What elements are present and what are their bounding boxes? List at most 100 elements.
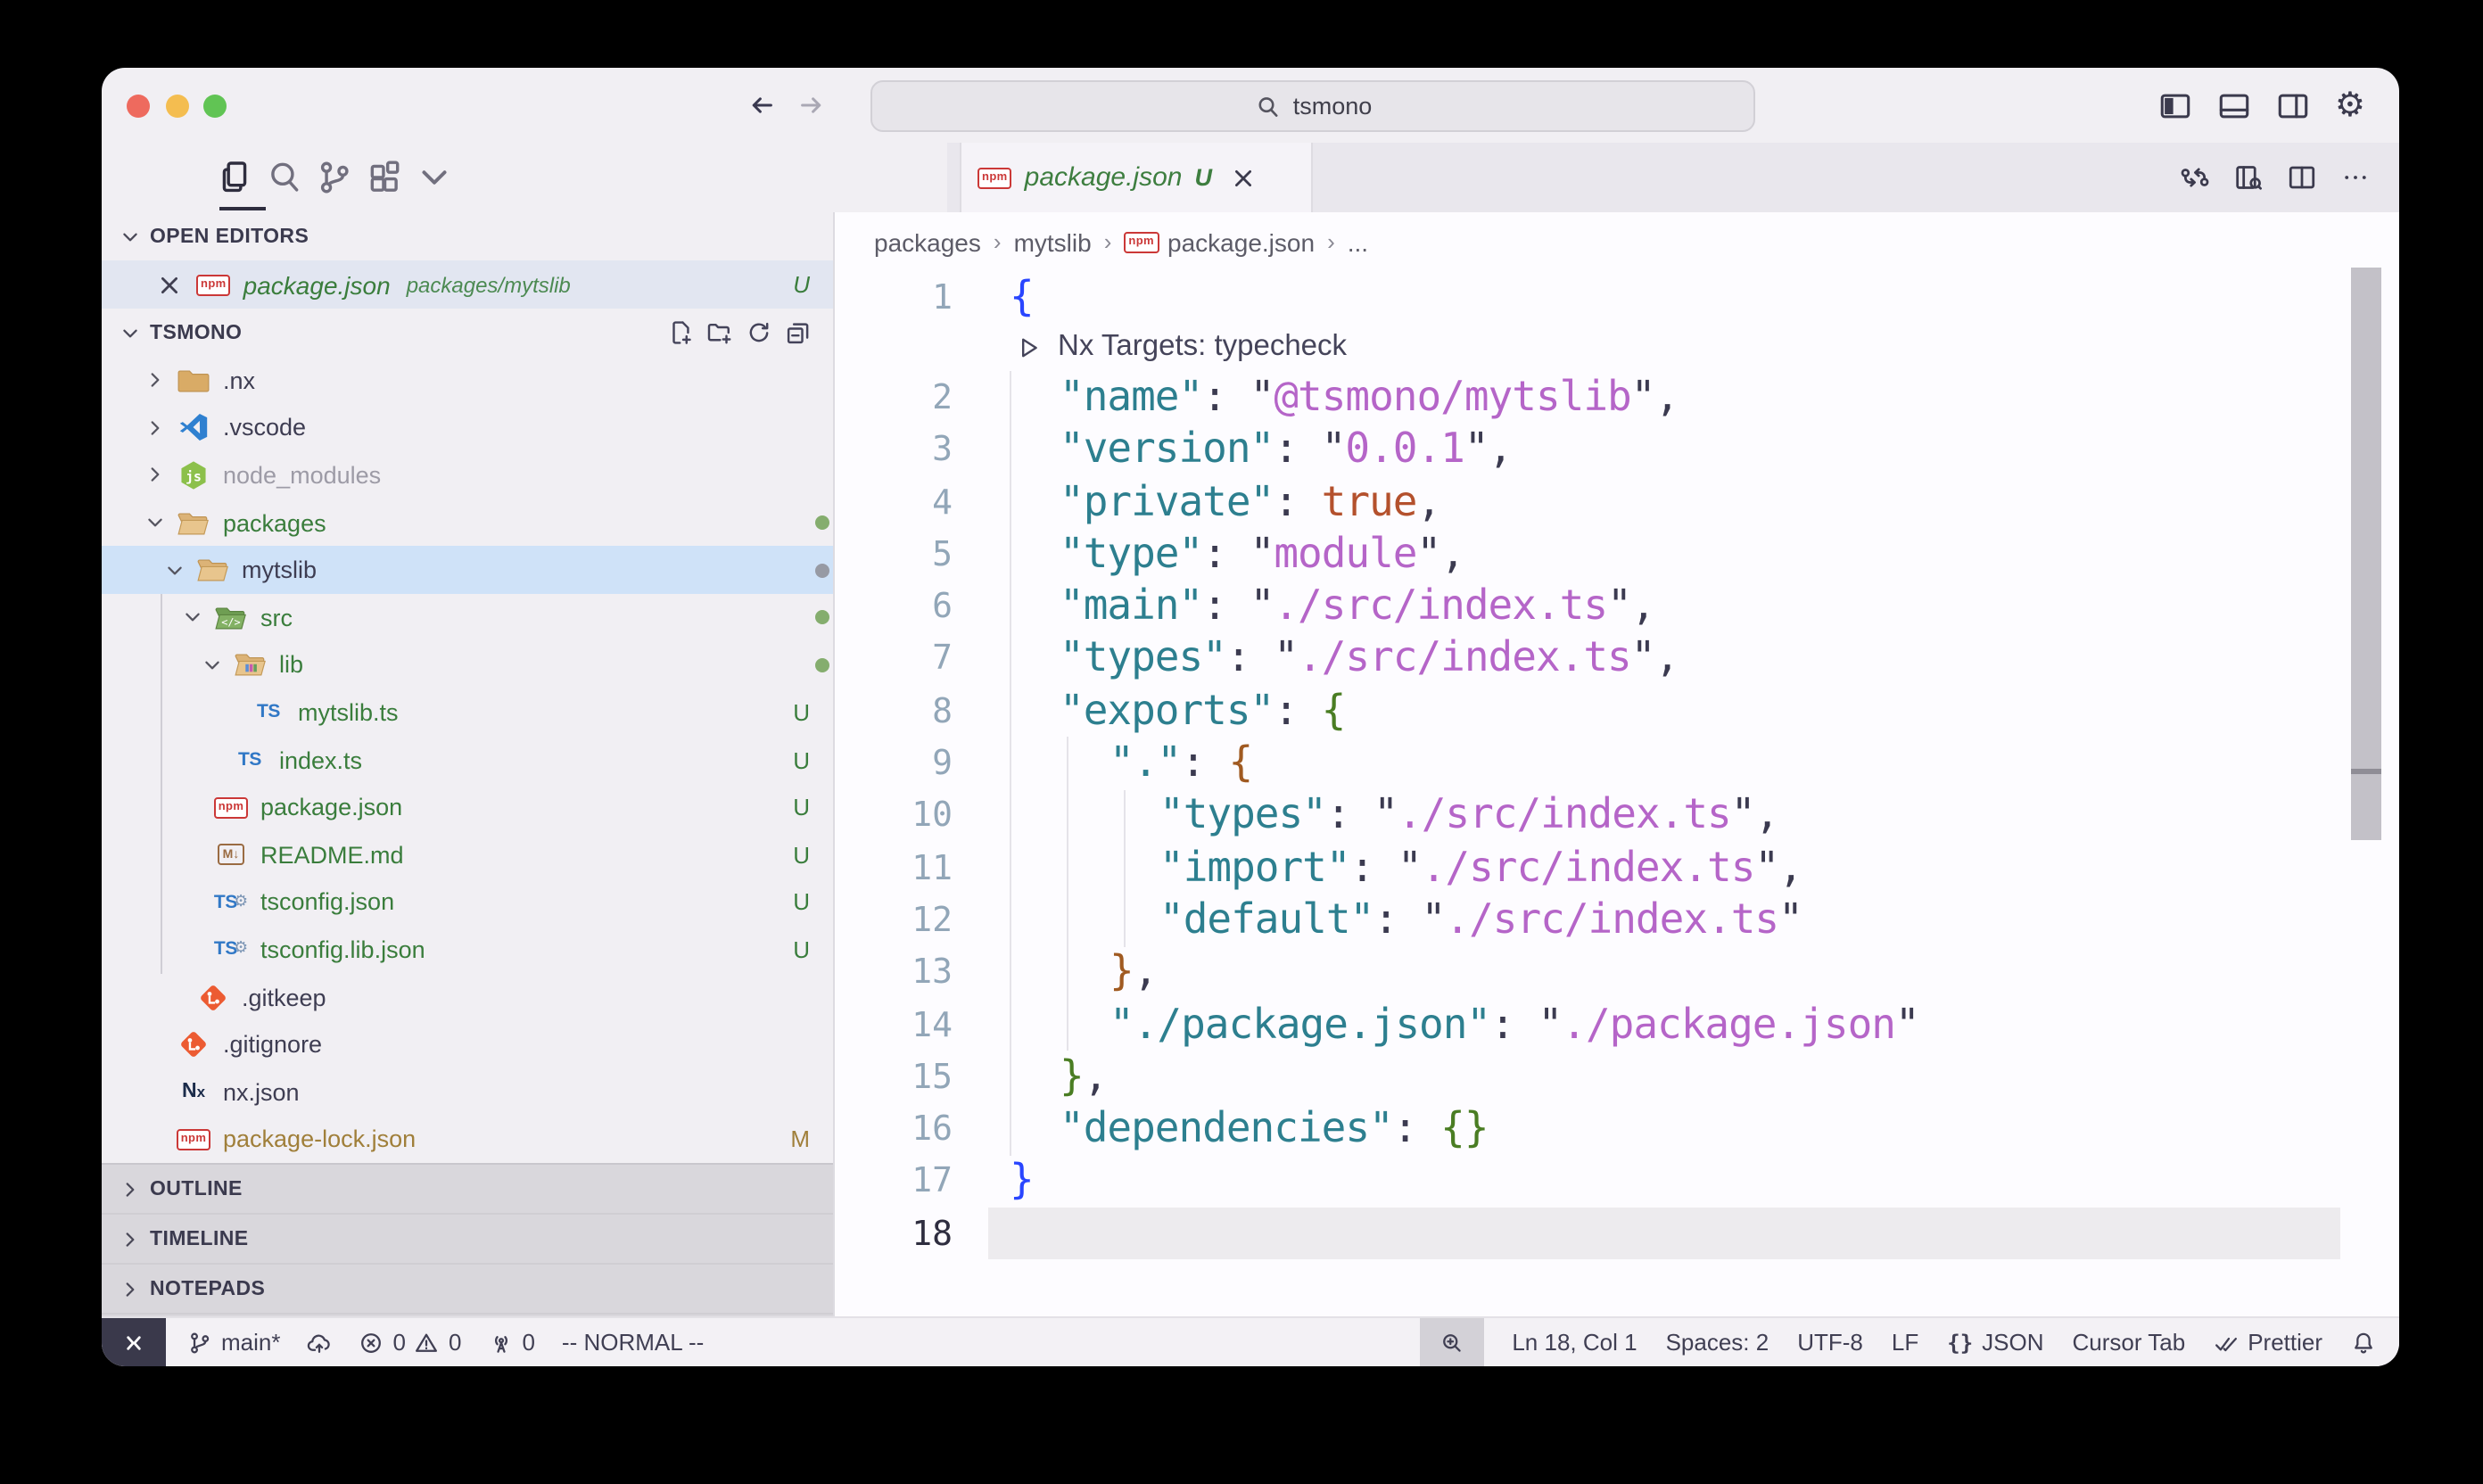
status-git-branch[interactable]: main* [187, 1318, 281, 1366]
code-line-18[interactable]: 18 [835, 1208, 2399, 1260]
close-tab-icon[interactable] [1230, 163, 1258, 192]
tree-item-mytslib.ts[interactable]: TSmytslib.tsU [102, 688, 833, 736]
go-forward-button[interactable] [797, 91, 826, 120]
close-editor-icon[interactable] [155, 270, 184, 299]
breadcrumb-item-package.json[interactable]: npmpackage.json [1124, 227, 1315, 256]
zoom-window-button[interactable] [203, 94, 227, 117]
status-bar-left: main*000-- NORMAL -- [166, 1318, 704, 1366]
code-line-17[interactable]: 17} [835, 1156, 2399, 1208]
more-actions-icon[interactable] [2340, 162, 2371, 193]
status-label: 0 [522, 1329, 534, 1356]
status-indentation[interactable]: Spaces: 2 [1666, 1318, 1769, 1366]
code-line-1[interactable]: 1{ [835, 271, 2399, 324]
breadcrumb-item-more[interactable]: ... [1348, 227, 1368, 256]
tree-item-index.ts[interactable]: TSindex.tsU [102, 737, 833, 784]
token-pun: " [1422, 897, 1446, 944]
code-line-4[interactable]: 4"private": true, [835, 476, 2399, 529]
code-line-5[interactable]: 5"type": "module", [835, 528, 2399, 581]
tree-item-.nx[interactable]: .nx [102, 357, 833, 404]
settings-gear-icon[interactable]: ⚙ [2335, 88, 2365, 122]
tree-item-README.md[interactable]: M↓README.mdU [102, 831, 833, 878]
status-remote-indicator[interactable] [102, 1318, 166, 1366]
code-line-14[interactable]: 14"./package.json": "./package.json" [835, 999, 2399, 1051]
token-pun: " [1398, 845, 1422, 891]
minimize-window-button[interactable] [165, 94, 188, 117]
tree-item-node_modules[interactable]: jsnode_modules [102, 451, 833, 499]
code-line-16[interactable]: 16"dependencies": {} [835, 1103, 2399, 1156]
code-line-9[interactable]: 9".": { [835, 738, 2399, 790]
collapse-all-icon[interactable] [785, 319, 812, 346]
tree-item-tsconfig.json[interactable]: TS⚙tsconfig.jsonU [102, 878, 833, 926]
nx-targets-codelens[interactable]: Nx Targets: typecheck [835, 324, 2399, 372]
tab-package-json[interactable]: npm package.json U [960, 143, 1313, 212]
token-b2: { [1322, 688, 1346, 734]
section-outline[interactable]: OUTLINE [102, 1165, 833, 1215]
split-editor-icon[interactable] [2287, 162, 2317, 193]
activity-item-search[interactable] [266, 151, 303, 204]
tree-item-packages[interactable]: packages [102, 499, 833, 547]
section-explorer-root[interactable]: TSMONO [102, 309, 833, 357]
line-number: 13 [835, 952, 953, 992]
token-pun: : [1202, 375, 1250, 421]
status-zoom-level[interactable] [1419, 1318, 1483, 1366]
breadcrumb-item-packages[interactable]: packages [874, 227, 981, 256]
refresh-icon[interactable] [746, 319, 772, 346]
status-eol[interactable]: LF [1892, 1318, 1918, 1366]
section-notepads[interactable]: NOTEPADS [102, 1265, 833, 1315]
code-editor[interactable]: 1{Nx Targets: typecheck2"name": "@tsmono… [835, 271, 2399, 1316]
open-editor-item-package-json[interactable]: npm package.json packages/mytslib U [102, 260, 833, 309]
toggle-secondary-sidebar-icon[interactable] [2276, 88, 2310, 122]
tree-item-lib[interactable]: lib [102, 641, 833, 688]
section-timeline[interactable]: TIMELINE [102, 1215, 833, 1265]
code-line-10[interactable]: 10"types": "./src/index.ts", [835, 789, 2399, 842]
status-cursor-position[interactable]: Ln 18, Col 1 [1512, 1318, 1637, 1366]
code-line-12[interactable]: 12"default": "./src/index.ts" [835, 895, 2399, 947]
code-line-7[interactable]: 7"types": "./src/index.ts", [835, 633, 2399, 686]
code-line-2[interactable]: 2"name": "@tsmono/mytslib", [835, 372, 2399, 425]
activity-item-explorer[interactable] [216, 151, 253, 204]
status-sync-changes[interactable] [308, 1318, 333, 1366]
open-changes-icon[interactable] [2180, 162, 2210, 193]
tree-item-mytslib[interactable]: mytslib [102, 547, 833, 594]
section-open-editors[interactable]: OPEN EDITORS [102, 212, 833, 260]
toggle-primary-sidebar-icon[interactable] [2158, 88, 2192, 122]
activity-item-more-views[interactable] [416, 151, 453, 204]
new-folder-icon[interactable] [706, 319, 733, 346]
status-formatter[interactable]: Prettier [2214, 1318, 2322, 1366]
code-line-3[interactable]: 3"version": "0.0.1", [835, 424, 2399, 476]
status-problems[interactable]: 00 [359, 1318, 462, 1366]
status-cursor-tab[interactable]: Cursor Tab [2073, 1318, 2186, 1366]
tree-item-src[interactable]: </>src [102, 594, 833, 641]
code-line-13[interactable]: 13}, [835, 946, 2399, 999]
token-key: "./package.json" [1110, 1002, 1490, 1048]
status-notifications[interactable] [2351, 1318, 2376, 1366]
line-number: 4 [835, 482, 953, 522]
tree-item-.vscode[interactable]: .vscode [102, 404, 833, 451]
command-center-search[interactable]: tsmono [870, 80, 1755, 132]
status-language-mode[interactable]: {}JSON [1947, 1318, 2043, 1366]
new-file-icon[interactable] [667, 319, 694, 346]
status-encoding[interactable]: UTF-8 [1797, 1318, 1863, 1366]
code-line-15[interactable]: 15}, [835, 1051, 2399, 1103]
tree-item-tsconfig.lib.json[interactable]: TS⚙tsconfig.lib.jsonU [102, 926, 833, 973]
code-line-6[interactable]: 6"main": "./src/index.ts", [835, 581, 2399, 633]
tree-item-.gitignore[interactable]: .gitignore [102, 1021, 833, 1068]
tree-item-label: nx.json [223, 1078, 300, 1105]
tree-item-package-lock.json[interactable]: npmpackage-lock.jsonM [102, 1116, 833, 1163]
close-window-button[interactable] [127, 94, 150, 117]
code-line-11[interactable]: 11"import": "./src/index.ts", [835, 842, 2399, 895]
open-preview-icon[interactable] [2233, 162, 2264, 193]
editor-scrollbar-thumb[interactable] [2351, 268, 2381, 840]
activity-item-extensions[interactable] [366, 151, 403, 204]
breadcrumb-item-mytslib[interactable]: mytslib [1014, 227, 1092, 256]
tree-item-nx.json[interactable]: Nxnx.json [102, 1068, 833, 1116]
code-line-8[interactable]: 8"exports": { [835, 685, 2399, 738]
status-ports[interactable]: 0 [488, 1318, 534, 1366]
tree-item-.gitkeep[interactable]: .gitkeep [102, 973, 833, 1020]
toggle-panel-icon[interactable] [2217, 88, 2251, 122]
tree-item-package.json[interactable]: npmpackage.jsonU [102, 784, 833, 831]
go-back-button[interactable] [747, 91, 776, 120]
activity-item-source-control[interactable] [316, 151, 353, 204]
line-number: 3 [835, 430, 953, 469]
status-vim-mode[interactable]: -- NORMAL -- [562, 1318, 704, 1366]
